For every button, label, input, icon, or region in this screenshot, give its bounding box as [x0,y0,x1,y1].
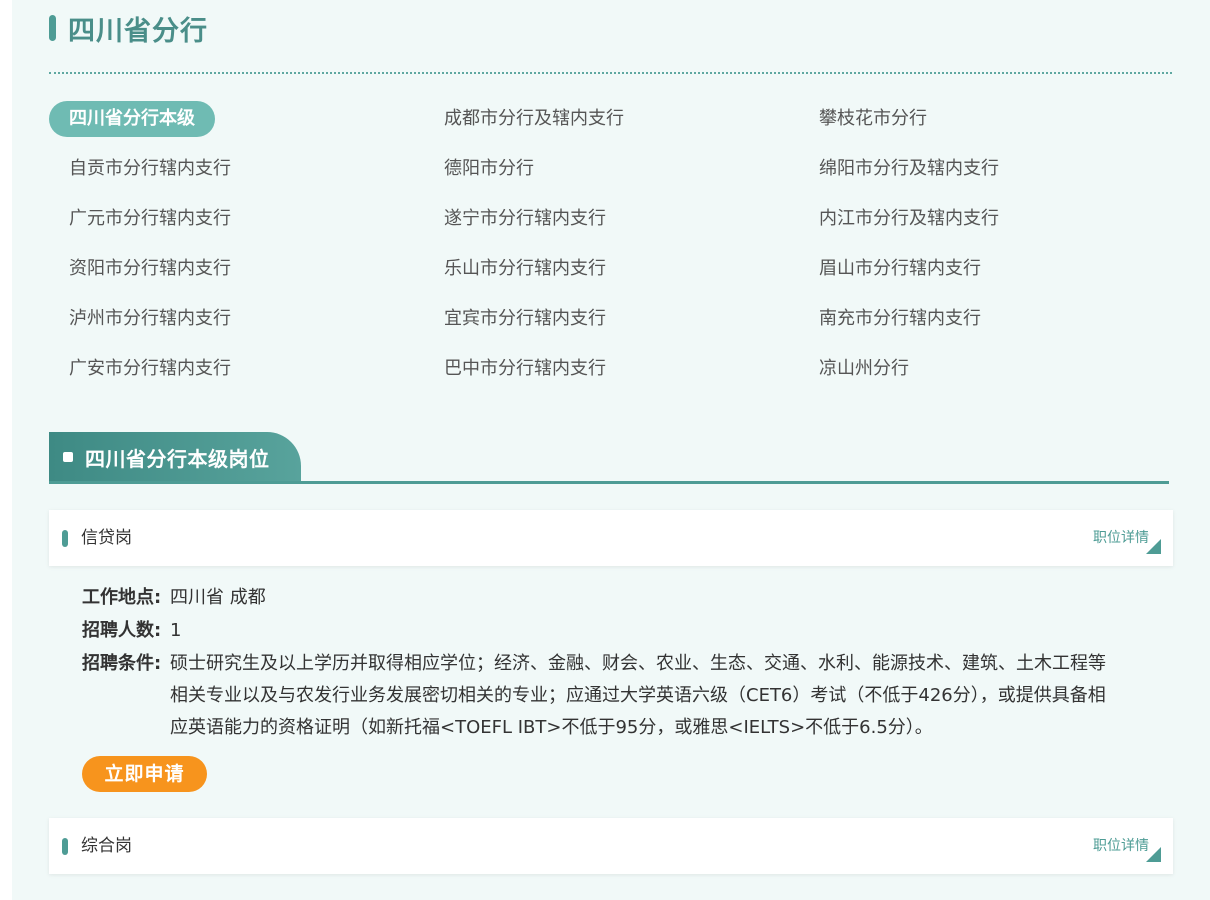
branch-item-suining[interactable]: 遂宁市分行辖内支行 [424,201,626,237]
branch-item-bazhong[interactable]: 巴中市分行辖内支行 [424,351,626,387]
header-divider [49,72,1172,74]
section-tab-square-icon [63,452,73,462]
count-value: 1 [170,620,182,641]
branch-item-liangshan[interactable]: 凉山州分行 [799,351,929,387]
job-title: 综合岗 [81,836,132,856]
branch-item-nanchong[interactable]: 南充市分行辖内支行 [799,301,1001,337]
branch-item-meishan[interactable]: 眉山市分行辖内支行 [799,251,1001,287]
info-row-requirements: 招聘条件: 硕士研究生及以上学历并取得相应学位；经济、金融、财会、农业、生态、交… [82,648,1122,744]
branch-item-yibin[interactable]: 宜宾市分行辖内支行 [424,301,626,337]
branch-item-deyang[interactable]: 德阳市分行 [424,151,554,187]
branch-item-neijiang[interactable]: 内江市分行及辖内支行 [799,201,1019,237]
job-card-accent-bar [62,530,68,547]
apply-button[interactable]: 立即申请 [82,756,207,792]
section-title: 四川省分行本级岗位 [85,446,270,471]
job-card-general[interactable]: 综合岗 职位详情 [49,818,1173,874]
location-label: 工作地点: [82,587,162,608]
info-row-location: 工作地点: 四川省 成都 [82,582,1122,614]
branch-item-chengdu[interactable]: 成都市分行及辖内支行 [424,101,644,137]
branch-item-luzhou[interactable]: 泸州市分行辖内支行 [49,301,251,337]
branch-item-panzhihua[interactable]: 攀枝花市分行 [799,101,947,137]
branch-item-guangan[interactable]: 广安市分行辖内支行 [49,351,251,387]
header-accent-bar [49,15,56,41]
job-detail-link[interactable]: 职位详情 [1093,818,1149,874]
job-card-accent-bar [62,838,68,855]
job-card-credit[interactable]: 信贷岗 职位详情 [49,510,1173,566]
branch-item-sichuan-provincial[interactable]: 四川省分行本级 [49,101,215,137]
page-title: 四川省分行 [68,15,208,47]
job-detail-link[interactable]: 职位详情 [1093,510,1149,566]
job-info: 工作地点: 四川省 成都 招聘人数: 1 招聘条件: 硕士研究生及以上学历并取得… [82,582,1122,745]
requirements-value: 硕士研究生及以上学历并取得相应学位；经济、金融、财会、农业、生态、交通、水利、能… [170,653,1106,738]
branch-item-zigong[interactable]: 自贡市分行辖内支行 [49,151,251,187]
page-header: 四川省分行 [49,10,208,47]
branch-item-leshan[interactable]: 乐山市分行辖内支行 [424,251,626,287]
location-value: 四川省 成都 [170,587,266,608]
branch-item-ziyang[interactable]: 资阳市分行辖内支行 [49,251,251,287]
info-row-count: 招聘人数: 1 [82,615,1122,647]
requirements-label: 招聘条件: [82,653,162,674]
job-title: 信贷岗 [81,528,132,548]
corner-triangle-icon [1146,539,1161,554]
section-tab: 四川省分行本级岗位 [49,432,301,482]
section-underline [49,481,1169,484]
page-container: 四川省分行 四川省分行本级 成都市分行及辖内支行 攀枝花市分行 自贡市分行辖内支… [12,0,1210,900]
branch-item-guangyuan[interactable]: 广元市分行辖内支行 [49,201,251,237]
corner-triangle-icon [1146,847,1161,862]
branch-item-mianyang[interactable]: 绵阳市分行及辖内支行 [799,151,1019,187]
count-label: 招聘人数: [82,620,162,641]
